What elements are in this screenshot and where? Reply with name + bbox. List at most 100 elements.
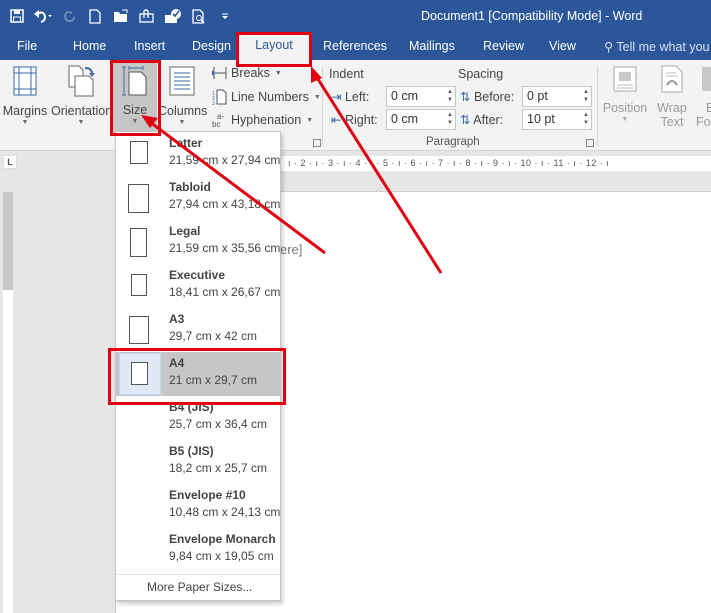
quick-access-toolbar <box>4 5 238 27</box>
tell-me-search[interactable]: ⚲ Tell me what you <box>604 39 710 54</box>
paragraph-group-label: Paragraph <box>426 136 480 148</box>
document-placeholder-text[interactable]: ere] <box>280 242 302 257</box>
orientation-icon <box>68 65 95 97</box>
columns-caret-icon: ▼ <box>178 119 186 126</box>
position-icon <box>613 66 637 92</box>
tab-view[interactable]: View <box>549 39 576 53</box>
ribbon-tabs: File Home Insert Design Layout Reference… <box>0 33 711 60</box>
orientation-button[interactable]: Orientation ▼ <box>51 64 112 132</box>
breaks-caret-icon: ▼ <box>274 69 282 77</box>
position-caret-icon: ▼ <box>621 116 629 123</box>
paper-icon <box>129 316 149 344</box>
spinner-icon[interactable]: ▲ ▼ <box>447 111 453 127</box>
more-paper-sizes-item[interactable]: More Paper Sizes... <box>147 580 252 594</box>
vertical-ruler[interactable] <box>3 192 13 613</box>
attach-icon[interactable] <box>134 5 160 27</box>
size-option-b4-jis[interactable]: B4 (JIS) 25,7 cm x 36,4 cm <box>116 396 280 440</box>
group-separator <box>597 66 598 146</box>
tab-home[interactable]: Home <box>73 39 106 53</box>
bring-forward-button[interactable]: B For <box>696 64 711 134</box>
spinner-icon[interactable]: ▲ ▼ <box>447 88 453 104</box>
tell-me-text: Tell me what you <box>616 40 710 54</box>
wrap-text-icon <box>661 65 683 93</box>
indent-left-icon: ⇥ <box>331 90 342 104</box>
page-size-icon <box>122 66 147 96</box>
tab-review[interactable]: Review <box>483 39 524 53</box>
vertical-ruler-margin <box>3 192 13 290</box>
spacing-before-input[interactable]: 0 pt ▲ ▼ <box>522 86 592 107</box>
horizontal-ruler[interactable]: ı · 2 · ı · 3 · ı · 4 · ı · 5 · ı · 6 · … <box>280 156 711 171</box>
line-numbers-icon: 123 <box>212 89 227 105</box>
svg-text:bc: bc <box>212 120 220 128</box>
hyphenation-button[interactable]: a-bc Hyphenation ▼ <box>212 112 313 128</box>
paper-icon <box>131 274 147 296</box>
tab-insert[interactable]: Insert <box>134 39 165 53</box>
size-option-a3[interactable]: A3 29,7 cm x 42 cm <box>116 308 280 352</box>
hyphenation-caret-icon: ▼ <box>306 116 314 124</box>
indent-left-input[interactable]: 0 cm ▲ ▼ <box>386 86 456 107</box>
spinner-icon[interactable]: ▲ ▼ <box>583 88 589 104</box>
paper-icon <box>131 362 148 385</box>
title-bar: Document1 [Compatibility Mode] - Word <box>0 0 711 33</box>
line-numbers-caret-icon: ▼ <box>313 93 321 101</box>
tab-selector-button[interactable]: L <box>3 155 17 169</box>
tab-mailings[interactable]: Mailings <box>409 39 455 53</box>
margins-icon <box>13 66 37 96</box>
bring-forward-icon <box>702 67 711 91</box>
save-icon[interactable] <box>4 5 30 27</box>
tab-design[interactable]: Design <box>192 39 231 53</box>
margins-button[interactable]: Margins ▼ <box>2 64 48 132</box>
spacing-after-icon: ⇅ <box>460 113 471 127</box>
print-preview-icon[interactable] <box>186 5 212 27</box>
page-setup-launcher-icon[interactable] <box>313 139 321 147</box>
ribbon-layout: Margins ▼ Orientation ▼ Size ▼ Columns ▼… <box>0 60 711 151</box>
columns-button[interactable]: Columns ▼ <box>158 64 207 132</box>
indent-right-icon: ⇤ <box>331 113 342 127</box>
spacing-after-input[interactable]: 10 pt ▲ ▼ <box>522 109 592 130</box>
size-option-a4[interactable]: A4 21 cm x 29,7 cm <box>116 352 280 396</box>
undo-icon[interactable] <box>30 5 56 27</box>
paper-icon <box>130 141 148 164</box>
size-option-envelope-monarch[interactable]: Envelope Monarch 9,84 cm x 19,05 cm <box>116 528 280 572</box>
new-document-icon[interactable] <box>82 5 108 27</box>
position-button[interactable]: Position ▼ <box>602 64 648 134</box>
tab-file[interactable]: File <box>17 39 37 53</box>
breaks-button[interactable]: Breaks ▼ <box>212 66 282 80</box>
group-separator <box>322 66 323 146</box>
size-option-tabloid[interactable]: Tabloid 27,94 cm x 43,18 cm <box>116 176 280 220</box>
spacing-label: Spacing <box>458 67 504 81</box>
open-folder-icon[interactable] <box>108 5 134 27</box>
check-icon[interactable] <box>160 5 186 27</box>
indent-left-label: ⇥ Left: <box>331 90 370 104</box>
spinner-icon[interactable]: ▲ ▼ <box>583 111 589 127</box>
paragraph-launcher-icon[interactable] <box>586 139 594 147</box>
spacing-after-label: ⇅ After: <box>460 113 504 127</box>
spacing-before-label: ⇅ Before: <box>460 90 515 104</box>
hyphenation-icon: a-bc <box>212 112 224 128</box>
ruler-area: L ı · 2 · ı · 3 · ı · 4 · ı · 5 · ı · 6 … <box>0 151 711 175</box>
line-numbers-button[interactable]: 123 Line Numbers ▼ <box>212 89 321 105</box>
size-option-b5-jis[interactable]: B5 (JIS) 18,2 cm x 25,7 cm <box>116 440 280 484</box>
tab-layout[interactable]: Layout <box>238 35 310 60</box>
size-option-legal[interactable]: Legal 21,59 cm x 35,56 cm <box>116 220 280 264</box>
size-option-letter[interactable]: Letter 21,59 cm x 27,94 cm <box>116 132 280 176</box>
size-button[interactable]: Size ▼ <box>113 62 157 134</box>
indent-right-input[interactable]: 0 cm ▲ ▼ <box>386 109 456 130</box>
customize-qat-icon[interactable] <box>212 5 238 27</box>
size-option-executive[interactable]: Executive 18,41 cm x 26,67 cm <box>116 264 280 308</box>
size-option-envelope-10[interactable]: Envelope #10 10,48 cm x 24,13 cm <box>116 484 280 528</box>
wrap-text-button[interactable]: Wrap Text <box>652 64 692 134</box>
breaks-icon <box>212 67 227 79</box>
tab-references[interactable]: References <box>323 39 387 53</box>
spacing-before-icon: ⇅ <box>460 90 471 104</box>
lightbulb-icon: ⚲ <box>604 40 614 54</box>
window-title: Document1 [Compatibility Mode] - Word <box>421 9 643 23</box>
paper-icon <box>128 184 149 213</box>
redo-icon[interactable] <box>56 5 82 27</box>
margins-caret-icon: ▼ <box>21 119 29 126</box>
paper-icon <box>130 228 147 257</box>
svg-text:3: 3 <box>212 101 215 105</box>
size-caret-icon: ▼ <box>131 118 139 125</box>
menu-divider <box>116 574 280 575</box>
indent-label: Indent <box>329 67 364 81</box>
